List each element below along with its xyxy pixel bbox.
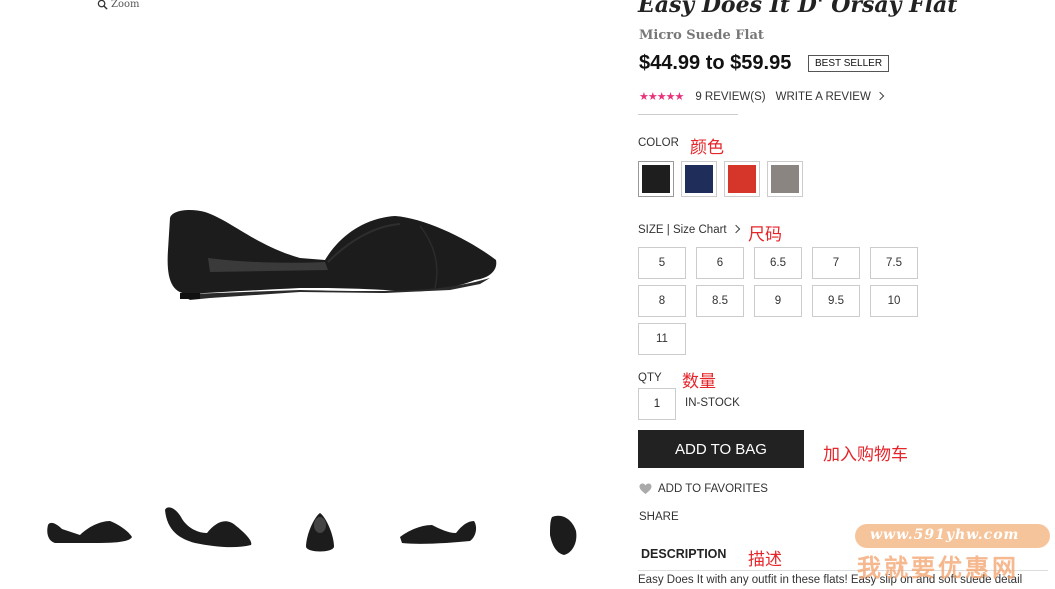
- zoom-link[interactable]: Zoom: [97, 0, 139, 10]
- color-swatch-navy[interactable]: [681, 161, 717, 197]
- add-to-bag-annotation: 加入购物车: [823, 445, 908, 465]
- swatch-fill: [642, 165, 670, 193]
- stock-status: IN-STOCK: [685, 397, 740, 409]
- swatch-fill: [728, 165, 756, 193]
- size-option[interactable]: 9.5: [812, 285, 860, 317]
- color-swatch-black[interactable]: [638, 161, 674, 197]
- thumbnail-3[interactable]: [270, 495, 370, 565]
- divider: [638, 114, 738, 115]
- reviews-link[interactable]: 9 REVIEW(S): [695, 91, 765, 103]
- thumbnail-2[interactable]: [155, 495, 255, 565]
- size-annotation: 尺码: [748, 225, 782, 245]
- swatch-fill: [771, 165, 799, 193]
- write-review-label: WRITE A REVIEW: [775, 90, 871, 103]
- add-to-bag-button[interactable]: ADD TO BAG: [638, 430, 804, 468]
- size-chart-link[interactable]: SIZE | Size Chart: [638, 224, 740, 236]
- magnifier-icon: [97, 0, 108, 10]
- size-option[interactable]: 9: [754, 285, 802, 317]
- size-option[interactable]: 6.5: [754, 247, 802, 279]
- size-option[interactable]: 5: [638, 247, 686, 279]
- color-swatch-red[interactable]: [724, 161, 760, 197]
- rating-row: ★★★★★ 9 REVIEW(S) WRITE A REVIEW: [639, 90, 885, 103]
- share-link[interactable]: SHARE: [639, 511, 679, 523]
- rating-stars: ★★★★★: [639, 91, 684, 103]
- chevron-right-icon: [731, 224, 740, 234]
- write-review-link[interactable]: WRITE A REVIEW: [775, 90, 885, 103]
- add-to-favorites-link[interactable]: ADD TO FAVORITES: [639, 483, 768, 495]
- main-product-image[interactable]: [150, 190, 510, 310]
- thumbnail-5[interactable]: [510, 495, 610, 565]
- description-tab[interactable]: DESCRIPTION: [641, 547, 726, 561]
- heart-icon: [639, 483, 652, 494]
- watermark-text: 我就要优惠网: [857, 554, 1019, 582]
- size-option[interactable]: 11: [638, 323, 686, 355]
- color-label: COLOR: [638, 137, 679, 149]
- swatch-fill: [685, 165, 713, 193]
- quantity-input[interactable]: 1: [638, 388, 676, 420]
- product-price: $44.99 to $59.95: [639, 52, 792, 74]
- size-option[interactable]: 7.5: [870, 247, 918, 279]
- product-title: Easy Does It D' Orsay Flat: [638, 0, 958, 18]
- chevron-right-icon: [875, 91, 885, 100]
- size-option[interactable]: 6: [696, 247, 744, 279]
- color-annotation: 颜色: [690, 138, 724, 158]
- best-seller-badge: BEST SELLER: [808, 55, 890, 72]
- size-option[interactable]: 10: [870, 285, 918, 317]
- thumbnail-1[interactable]: [40, 495, 140, 565]
- watermark-url: www.591yhw.com: [870, 527, 1020, 543]
- thumbnail-4[interactable]: [390, 495, 490, 565]
- description-annotation: 描述: [748, 550, 782, 570]
- size-option[interactable]: 8: [638, 285, 686, 317]
- thumbnail-strip: [30, 495, 610, 565]
- zoom-label: Zoom: [111, 0, 140, 10]
- favorites-label: ADD TO FAVORITES: [658, 483, 768, 495]
- size-label: SIZE | Size Chart: [638, 224, 727, 236]
- size-option[interactable]: 7: [812, 247, 860, 279]
- size-option[interactable]: 8.5: [696, 285, 744, 317]
- qty-label: QTY: [638, 372, 662, 384]
- product-subtitle: Micro Suede Flat: [639, 28, 764, 43]
- qty-annotation: 数量: [682, 372, 716, 392]
- color-swatch-taupe[interactable]: [767, 161, 803, 197]
